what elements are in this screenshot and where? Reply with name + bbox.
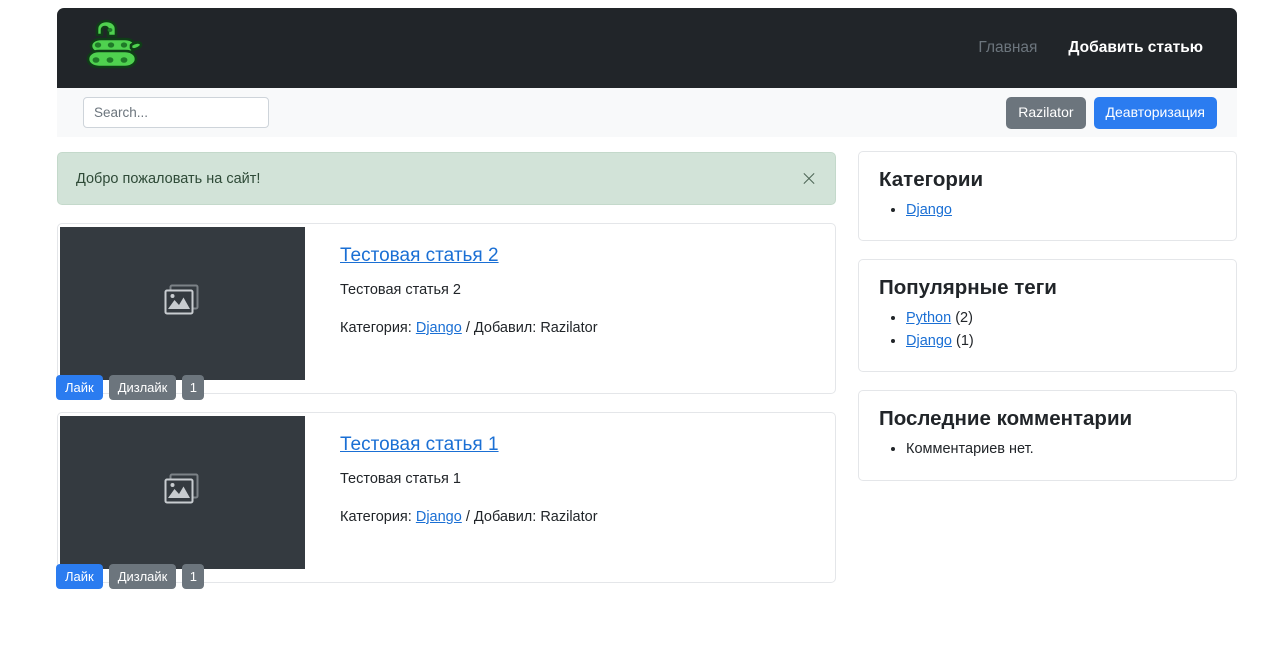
dislike-button[interactable]: Дизлайк: [108, 375, 177, 400]
article-meta: Категория: Django / Добавил: Razilator: [340, 509, 598, 525]
article-meta-category-label: Категория:: [340, 509, 412, 525]
vote-count-badge: 1: [182, 375, 205, 400]
article-meta-separator: / Добавил:: [465, 320, 537, 336]
brand-logo-link[interactable]: [81, 19, 143, 77]
like-button[interactable]: Лайк: [56, 375, 103, 400]
tags-title: Популярные теги: [879, 276, 1057, 300]
nav-link-add-article[interactable]: Добавить статью: [1068, 39, 1203, 57]
article-meta: Категория: Django / Добавил: Razilator: [340, 320, 598, 336]
article-description: Тестовая статья 1: [340, 471, 461, 487]
tag-link-python[interactable]: Python: [906, 310, 951, 326]
green-snake-logo-icon: [81, 19, 143, 77]
vote-bar: Лайк Дизлайк 1: [56, 375, 205, 400]
comments-list: Комментариев нет.: [879, 438, 1216, 460]
image-placeholder-icon: [164, 473, 202, 512]
list-item: Django: [906, 199, 1216, 221]
list-item: Комментариев нет.: [906, 438, 1216, 460]
article-meta-category-label: Категория:: [340, 320, 412, 336]
article-author: Razilator: [540, 509, 598, 525]
page-root: Главная Добавить статью Razilator Деавто…: [0, 0, 1280, 650]
article-title-link[interactable]: Тестовая статья 1: [340, 434, 499, 456]
categories-title: Категории: [879, 168, 984, 191]
welcome-alert: Добро пожаловать на сайт!: [57, 152, 836, 205]
vote-count-badge: 1: [182, 564, 205, 589]
user-button[interactable]: Razilator: [1006, 96, 1086, 129]
article-category-link[interactable]: Django: [416, 509, 462, 525]
list-item: Django (1): [906, 330, 1216, 352]
tag-count: (1): [955, 332, 974, 349]
categories-list: Django: [879, 199, 1216, 221]
article-body: Тестовая статья 1 Тестовая статья 1 Кате…: [305, 413, 598, 582]
nav-links: Главная Добавить статью: [978, 39, 1215, 57]
search-toolbar: Razilator Деавторизация: [57, 88, 1237, 137]
tags-widget: Популярные теги Python (2) Django (1): [858, 259, 1237, 373]
tags-list: Python (2) Django (1): [879, 307, 1216, 352]
alert-message: Добро пожаловать на сайт!: [76, 170, 261, 187]
logout-button[interactable]: Деавторизация: [1093, 96, 1217, 129]
comments-title: Последние комментарии: [879, 407, 1133, 431]
article-card[interactable]: Тестовая статья 1 Тестовая статья 1 Кате…: [56, 412, 836, 589]
like-button[interactable]: Лайк: [56, 564, 103, 589]
account-actions: Razilator Деавторизация: [1006, 96, 1217, 129]
article-author: Razilator: [540, 320, 598, 336]
categories-widget: Категории Django: [858, 151, 1237, 242]
article-meta-separator: / Добавил:: [465, 509, 537, 525]
article-title-link[interactable]: Тестовая статья 2: [340, 245, 499, 267]
nav-link-home[interactable]: Главная: [978, 39, 1037, 57]
search-input[interactable]: [83, 97, 269, 128]
article-thumbnail: [60, 227, 305, 380]
list-item: Python (2): [906, 307, 1216, 329]
article-body: Тестовая статья 2 Тестовая статья 2 Кате…: [305, 224, 598, 393]
vote-bar: Лайк Дизлайк 1: [56, 564, 205, 589]
image-placeholder-icon: [164, 284, 202, 323]
tag-count: (2): [955, 310, 973, 327]
article-category-link[interactable]: Django: [416, 320, 462, 336]
dislike-button[interactable]: Дизлайк: [108, 564, 177, 589]
article-description: Тестовая статья 2: [340, 282, 461, 298]
comments-widget: Последние комментарии Комментариев нет.: [858, 390, 1237, 481]
main-column: Добро пожаловать на сайт! Тестовая стать…: [56, 152, 836, 589]
category-link-django[interactable]: Django: [906, 202, 952, 218]
sidebar: Категории Django Популярные теги Python …: [858, 151, 1237, 499]
article-thumbnail: [60, 416, 305, 569]
navbar: Главная Добавить статью: [57, 8, 1237, 88]
article-card[interactable]: Тестовая статья 2 Тестовая статья 2 Кате…: [56, 223, 836, 400]
tag-link-django[interactable]: Django: [906, 333, 952, 349]
close-icon[interactable]: [796, 166, 822, 192]
